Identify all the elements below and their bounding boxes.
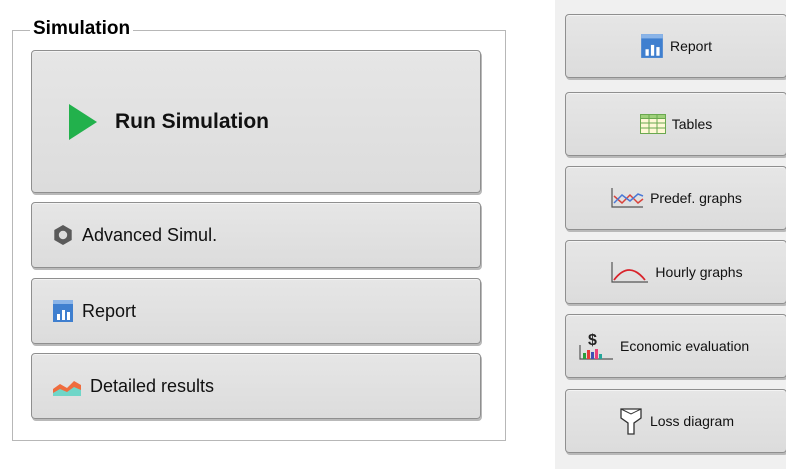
line-graph-icon	[610, 187, 644, 209]
gear-icon	[52, 224, 74, 246]
run-simulation-label: Run Simulation	[115, 109, 269, 133]
report-label: Report	[82, 300, 137, 321]
detailed-results-button[interactable]: Detailed results	[31, 353, 481, 419]
loss-diagram-icon	[618, 406, 644, 436]
play-icon	[67, 103, 99, 141]
hourly-curve-icon	[609, 260, 649, 284]
simulation-group-title: Simulation	[30, 17, 134, 41]
hourly-graphs-button[interactable]: Hourly graphs	[565, 240, 786, 304]
loss-diagram-button[interactable]: Loss diagram	[565, 389, 786, 453]
report-chart-icon	[52, 299, 74, 323]
detailed-results-label: Detailed results	[90, 375, 215, 396]
hourly-graphs-label: Hourly graphs	[655, 264, 743, 280]
svg-text:$: $	[588, 332, 597, 349]
economic-evaluation-label: Economic evaluation	[620, 338, 750, 354]
predefined-graphs-label: Predef. graphs	[650, 190, 742, 206]
advanced-simulation-button[interactable]: Advanced Simul.	[31, 202, 481, 268]
tables-button[interactable]: Tables	[565, 92, 786, 156]
dollar-chart-icon: $	[578, 331, 614, 361]
results-report-label: Report	[669, 38, 713, 54]
table-icon	[639, 114, 666, 134]
results-report-button[interactable]: Report	[565, 14, 786, 78]
predefined-graphs-button[interactable]: Predef. graphs	[565, 166, 786, 230]
advanced-simulation-label: Advanced Simul.	[82, 224, 218, 245]
run-simulation-button[interactable]: Run Simulation	[31, 50, 481, 193]
loss-diagram-label: Loss diagram	[649, 413, 735, 429]
economic-evaluation-button[interactable]: $ Economic evaluation	[565, 314, 786, 378]
report-chart-icon	[640, 33, 664, 59]
area-chart-icon	[52, 375, 82, 397]
tables-label: Tables	[671, 116, 713, 132]
report-button[interactable]: Report	[31, 278, 481, 344]
